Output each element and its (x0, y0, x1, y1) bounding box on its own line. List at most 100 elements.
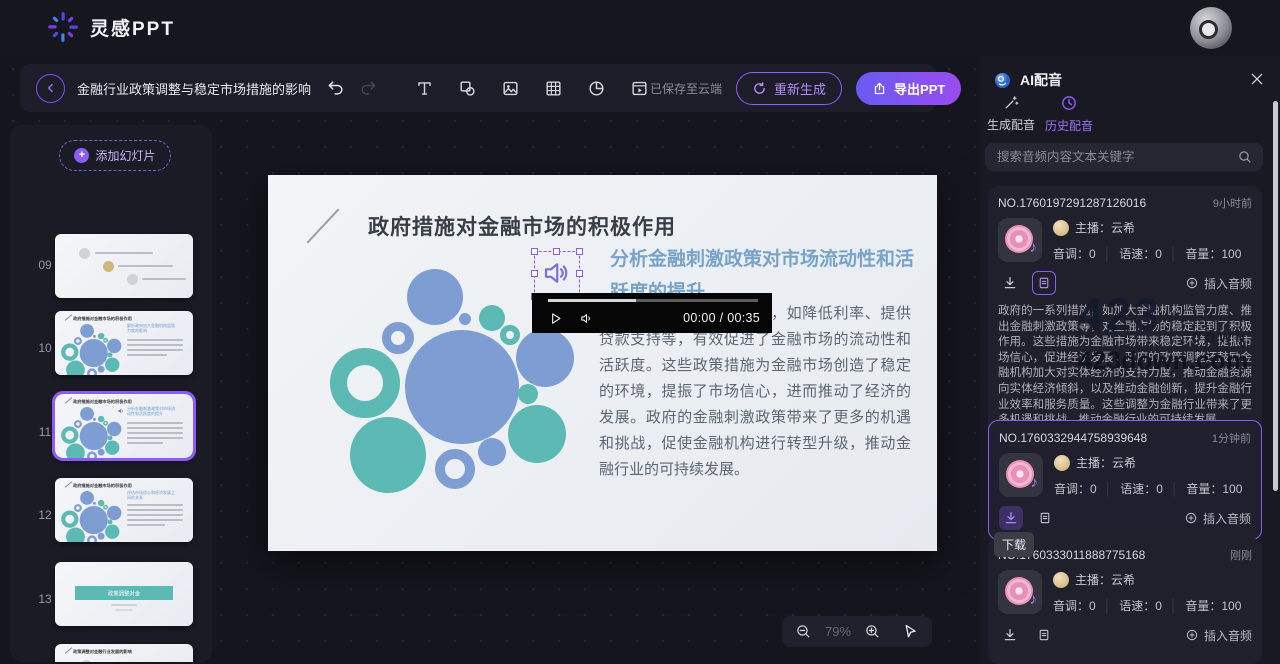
save-status: 已保存至云端 (650, 80, 722, 97)
music-note-icon: ♪ (1030, 591, 1038, 608)
thumb-textline (127, 344, 183, 346)
user-avatar[interactable] (1190, 7, 1232, 49)
undo-button[interactable] (325, 77, 347, 99)
back-button[interactable] (36, 74, 65, 103)
thumb-title: 政府措施对金融市场的积极作用 (73, 398, 132, 404)
transcript-button[interactable] (1033, 506, 1057, 530)
redo-button[interactable] (357, 77, 379, 99)
thumb-textline (127, 504, 183, 506)
search-input[interactable] (985, 150, 1237, 164)
slide-number: 13 (34, 592, 56, 606)
app-logo: 灵感PPT (46, 10, 175, 44)
canvas-region: 金融行业政策调整与稳定市场措施的影响 (0, 56, 980, 664)
chevron-left-icon (44, 81, 58, 95)
selection-handle[interactable] (531, 248, 538, 255)
thumbnail-slide-12[interactable]: 政府措施对金融市场的积极作用 评估市场信心和经济发展之间的关系 (55, 478, 193, 542)
plus-circle-icon (1185, 628, 1199, 642)
metric-divider: │ (1170, 599, 1178, 613)
metric-divider: │ (1170, 247, 1178, 261)
transcript-button[interactable] (1032, 623, 1056, 647)
regenerate-button[interactable]: 重新生成 (736, 72, 842, 105)
export-label: 导出PPT (894, 79, 945, 98)
transcript-button-active[interactable] (1032, 271, 1056, 295)
player-progress-bar[interactable] (548, 299, 758, 302)
thumb-textline (127, 354, 167, 356)
download-button[interactable] (998, 271, 1022, 295)
music-note-icon: ♪ (1030, 239, 1038, 256)
insert-image-button[interactable] (499, 77, 521, 99)
insert-audio-button[interactable]: 插入音频 (1185, 627, 1252, 644)
tab-history-voice-active[interactable]: 历史配音 (1040, 94, 1098, 134)
search-icon[interactable] (1237, 149, 1253, 165)
selection-handle[interactable] (531, 270, 538, 277)
export-icon (872, 81, 887, 96)
insert-chart-button[interactable] (585, 77, 607, 99)
audio-art: ♪ (998, 570, 1042, 614)
plus-circle-icon (1185, 276, 1199, 290)
thumb-circle (79, 248, 90, 259)
slide-thumbnails-sidebar: + 添加幻灯片 09 10 政府措施对金融市场的积极作用 (10, 125, 212, 662)
thumb-dash (65, 481, 73, 488)
metric-divider: │ (1104, 247, 1112, 261)
insert-text-button[interactable] (413, 77, 435, 99)
thumb-title: 政策调整对金融行业发展的影响 (73, 648, 132, 654)
audio-history-card-1[interactable]: NO.1760197291287126016 9小时前 ♪ 主播：云希 音调：0… (988, 186, 1262, 438)
thumb-textline (127, 422, 183, 424)
zoom-out-button[interactable] (795, 623, 812, 640)
metric-divider: │ (1171, 482, 1179, 496)
zoom-controls: 79% (782, 616, 932, 647)
zoom-in-button[interactable] (864, 623, 881, 640)
slide-number: 11 (34, 425, 56, 439)
audio-history-card-2-selected[interactable]: NO.1760332944758939648 1分钟前 ♪ 主播：云希 音调：0… (988, 420, 1262, 540)
volume-button[interactable] (579, 311, 594, 326)
speed-value: 语速：0 (1120, 480, 1163, 497)
thumb-dash (65, 314, 73, 321)
insert-media-button[interactable] (628, 77, 650, 99)
speed-value: 语速：0 (1119, 245, 1162, 262)
selection-handle[interactable] (576, 270, 583, 277)
thumbnail-slide-13[interactable]: 政策调整对金 (55, 562, 193, 626)
thumb-textline (127, 432, 183, 434)
slide-canvas[interactable]: 政府措施对金融市场的积极作用 分析金融刺激政策对市场流动性和活跃度的提升 政府实… (268, 175, 937, 551)
thumb-circle (81, 660, 92, 662)
speed-value: 语速：0 (1119, 597, 1162, 614)
document-icon (1037, 276, 1051, 290)
download-button[interactable] (998, 623, 1022, 647)
cursor-tool-button[interactable] (902, 623, 919, 640)
add-slide-button[interactable]: + 添加幻灯片 (59, 140, 171, 171)
thumbnail-slide-14[interactable]: 政策调整对金融行业发展的影响 (55, 644, 193, 662)
thumbnail-slide-09[interactable] (55, 234, 193, 298)
thumbnail-slide-11-selected[interactable]: 政府措施对金融市场的积极作用 分析金融刺激政策对市场流动性和活跃度的提升 (55, 394, 193, 458)
shape-icon (458, 79, 477, 98)
title-dash-decoration (307, 208, 340, 243)
thumb-dash (65, 397, 73, 404)
editor-toolbar: 金融行业政策调整与稳定市场措施的影响 (20, 64, 936, 112)
bubble-graphic (61, 406, 123, 458)
thumb-textline (127, 514, 183, 516)
selection-handle[interactable] (576, 248, 583, 255)
export-ppt-button[interactable]: 导出PPT (856, 72, 961, 105)
close-icon[interactable] (1249, 71, 1265, 87)
insert-audio-button[interactable]: 插入音频 (1185, 275, 1252, 292)
thumb-textline (127, 437, 183, 439)
play-button[interactable] (548, 311, 563, 326)
thumb-textline (127, 524, 165, 526)
thumb-textline (127, 349, 183, 351)
tab-generate-voice[interactable]: 生成配音 (982, 94, 1040, 133)
audio-transcript-text: 政府的一系列措施，如加大金融机构监管力度、推出金融刺激政策等，对金融市场的稳定起… (998, 304, 1252, 429)
panel-scrollbar[interactable] (1273, 101, 1278, 491)
thumb-textline (127, 339, 183, 341)
player-time: 00:00 / 00:35 (683, 311, 760, 325)
anchor-avatar (1054, 455, 1070, 471)
insert-table-button[interactable] (542, 77, 564, 99)
selection-handle[interactable] (553, 248, 560, 255)
music-note-icon: ♪ (1031, 474, 1039, 491)
download-button-hovered[interactable] (999, 506, 1023, 530)
audio-element-selected[interactable] (534, 251, 580, 297)
tab-label: 历史配音 (1045, 117, 1093, 134)
insert-shape-button[interactable] (456, 77, 478, 99)
thumbnail-slide-10[interactable]: 政府措施对金融市场的积极作用 解析政府加大金融机构监管力度的影响 (55, 311, 193, 375)
image-icon (501, 79, 520, 98)
insert-audio-button[interactable]: 插入音频 (1184, 510, 1251, 527)
thumb-textline (127, 427, 183, 429)
